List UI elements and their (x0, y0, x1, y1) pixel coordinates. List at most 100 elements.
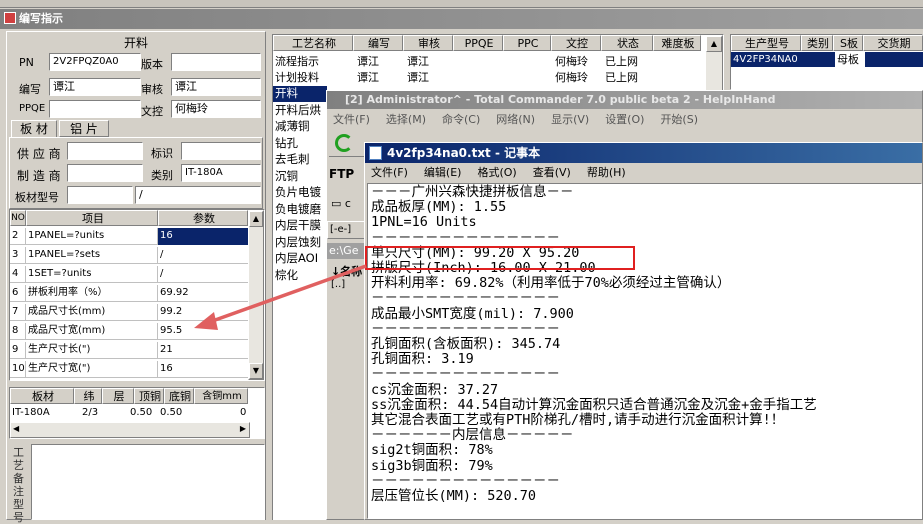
process-cell[interactable]: 流程指示 (273, 54, 353, 69)
process-list-item[interactable]: 内层干膜 (273, 218, 327, 234)
drive-selector[interactable]: [-e-] (327, 221, 365, 239)
tc-menu-item[interactable]: 文件(F) (329, 113, 370, 126)
maker-field[interactable] (67, 164, 143, 182)
process-list-item[interactable]: 减薄铜 (273, 119, 327, 135)
process-list-item[interactable]: 去毛刺 (273, 152, 327, 168)
model-value-field[interactable]: / (135, 186, 261, 204)
tab-aluminum[interactable]: 铝 片 (59, 120, 109, 137)
tc-menu-item[interactable]: 命令(C) (438, 113, 480, 126)
process-cell[interactable]: 计划投料 (273, 70, 353, 85)
refresh-icon[interactable] (335, 134, 353, 152)
param-value[interactable]: 16 (158, 361, 248, 378)
drive-icon: ▭ (331, 197, 342, 210)
process-cell[interactable]: 谭江 (355, 54, 405, 69)
main-title-bar: 编写指示 (0, 9, 923, 29)
scroll-up-icon[interactable]: ▲ (249, 211, 263, 227)
scroll-up-icon[interactable]: ▲ (706, 36, 722, 52)
version-field[interactable] (171, 53, 261, 71)
param-value[interactable]: 16 (158, 228, 248, 245)
tc-menu-item[interactable]: 选择(M) (382, 113, 426, 126)
material-cell-board[interactable]: IT-180A (10, 405, 74, 420)
tc-menu-item[interactable]: 设置(O) (601, 113, 644, 126)
material-cell-weft[interactable]: 2/3 (80, 405, 108, 420)
scroll-right-icon[interactable]: ▶ (240, 424, 246, 433)
drive-c-button[interactable]: ▭ c (331, 197, 351, 210)
supplier-field[interactable] (67, 142, 143, 160)
material-cell-top-cu[interactable]: 0.50 (158, 405, 188, 420)
notepad-icon (369, 146, 382, 160)
process-list-item[interactable]: 开料后烘 (273, 103, 327, 119)
tc-title: [2] Administrator^ - Total Commander 7.0… (345, 93, 776, 106)
process-cell[interactable]: 谭江 (355, 70, 405, 85)
param-item: 1PANEL=?units (26, 228, 158, 245)
notepad-menu-item[interactable]: 帮助(H) (583, 166, 626, 179)
process-cell[interactable]: 何梅玲 (553, 54, 603, 69)
notepad-menu-item[interactable]: 格式(O) (473, 166, 516, 179)
order-col-delivery: 交货期 (863, 35, 923, 51)
annotation-arrow (194, 264, 367, 330)
ppqe-field[interactable] (49, 100, 141, 118)
category-field[interactable]: IT-180A (181, 164, 261, 182)
notepad-menu-item[interactable]: 查看(V) (529, 166, 571, 179)
param-value[interactable]: 21 (158, 342, 248, 359)
model-field[interactable] (67, 186, 133, 204)
param-item: 1SET=?units (26, 266, 158, 283)
notepad-text-area[interactable]: －－－广州兴森快捷拼板信息－－ 成品板厚(MM): 1.55 1PNL=16 Uni… (367, 183, 922, 519)
notepad-line: sig3b铜面积: 79% (371, 457, 493, 474)
tc-menu-item[interactable]: 显示(V) (547, 113, 589, 126)
notepad-menu-item[interactable]: 编辑(E) (420, 166, 462, 179)
process-cell[interactable]: 已上网 (603, 70, 655, 85)
process-list-item[interactable]: 内层蚀刻 (273, 235, 327, 251)
param-no: 6 (10, 285, 26, 302)
process-cell[interactable]: 谭江 (405, 54, 455, 69)
maker-label: 制 造 商 (17, 169, 61, 183)
author-field[interactable]: 谭江 (49, 78, 141, 96)
version-label: 版本 (141, 58, 163, 71)
tc-menu-item[interactable]: 开始(S) (656, 113, 698, 126)
author-label: 编写 (19, 83, 41, 96)
param-item: 拼板利用率（%） (26, 285, 158, 302)
material-cell-bottom-cu[interactable]: 0 (238, 405, 258, 420)
order-cell-sboard[interactable]: 母板 (835, 52, 865, 67)
process-cell[interactable]: 已上网 (603, 54, 655, 69)
material-hscrollbar[interactable]: ◀ ▶ (10, 422, 250, 438)
top-toolbar-strip (0, 0, 923, 8)
param-no: 4 (10, 266, 26, 283)
pn-field[interactable]: 2V2FPQZ0A0 (49, 53, 141, 71)
tc-path: e:\Ge (327, 243, 367, 259)
notepad-menu-item[interactable]: 文件(F) (367, 166, 408, 179)
scroll-down-icon[interactable]: ▼ (249, 363, 263, 379)
material-cell-layer[interactable]: 0.50 (128, 405, 160, 420)
mark-field[interactable] (181, 142, 261, 160)
process-list-item[interactable]: 沉铜 (273, 169, 327, 185)
model-label: 板材型号 (15, 191, 59, 204)
review-field[interactable]: 谭江 (171, 78, 261, 96)
arrow-shaft (203, 264, 367, 326)
tab-board[interactable]: 板 材 (11, 120, 57, 138)
process-cell[interactable]: 何梅玲 (553, 70, 603, 85)
table-row[interactable]: 2 1PANEL=?units 16 (10, 227, 248, 245)
table-row[interactable]: 10 生产尺寸宽(") 16 (10, 360, 248, 378)
notepad-line: ss沉金面积: 44.54自动计算沉金面积只适合普通沉金及沉金+金手指工艺 (371, 396, 817, 413)
tc-menu-item[interactable]: 网络(N) (492, 113, 535, 126)
process-list-item[interactable]: 负片电镀 (273, 185, 327, 201)
remark-textarea[interactable] (31, 444, 265, 520)
order-table: 生产型号 类别 S板 交货期 4V2FP34NA0 母板 (730, 34, 923, 90)
param-no: 7 (10, 304, 26, 321)
notepad-line: 层压管位长(MM): 520.70 (371, 488, 537, 505)
process-list-item[interactable]: 钻孔 (273, 136, 327, 152)
process-col-header: 工艺名称 (273, 35, 353, 51)
scroll-left-icon[interactable]: ◀ (13, 424, 19, 433)
process-list-item[interactable]: 开料 (273, 86, 327, 102)
notepad-line: 成品板厚(MM): 1.55 (371, 199, 507, 216)
ftp-label[interactable]: FTP (329, 167, 354, 181)
doc-field[interactable]: 何梅玲 (171, 100, 261, 118)
notepad-line: cs沉金面积: 37.27 (371, 381, 499, 398)
process-col-header: 状态 (601, 35, 653, 51)
notepad-title-bar: 4v2fp34na0.txt - 记事本 (365, 143, 922, 163)
process-cell[interactable]: 谭江 (405, 70, 455, 85)
param-item: 生产尺寸宽(") (26, 361, 158, 378)
order-cell-model[interactable]: 4V2FP34NA0 (731, 52, 801, 67)
table-row[interactable]: 9 生产尺寸长(") 21 (10, 341, 248, 359)
process-list-item[interactable]: 负电镀磨 (273, 202, 327, 218)
